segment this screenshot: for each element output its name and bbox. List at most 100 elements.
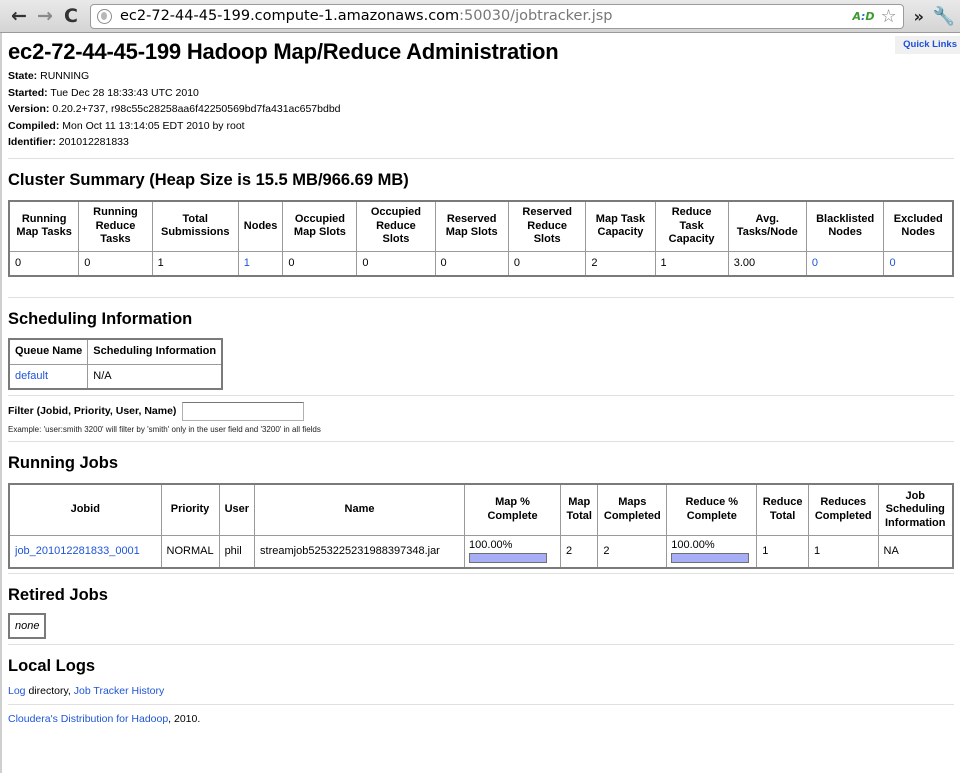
map-task-capacity: 2 bbox=[585, 251, 656, 276]
divider bbox=[8, 157, 954, 159]
divider bbox=[8, 572, 954, 574]
col-header: Map % Complete bbox=[464, 483, 562, 536]
forward-button[interactable]: → bbox=[32, 3, 58, 29]
footer: Cloudera's Distribution for Hadoop, 2010… bbox=[8, 712, 201, 725]
col-header: Reduce % Complete bbox=[666, 483, 758, 536]
blacklisted-nodes-link[interactable]: 0 bbox=[812, 257, 818, 269]
running-map-tasks: 0 bbox=[8, 251, 80, 276]
filter-input[interactable] bbox=[182, 401, 305, 421]
map-progress-bar bbox=[469, 553, 548, 563]
overflow-chevron-icon[interactable]: » bbox=[914, 7, 924, 26]
job-user: phil bbox=[218, 535, 256, 568]
log-directory-link[interactable]: Log bbox=[8, 685, 26, 697]
reduce-progress-bar bbox=[671, 553, 750, 563]
extension-icon[interactable]: A:D bbox=[852, 10, 874, 23]
table-row: job_201012281833_0001 NORMAL phil stream… bbox=[8, 535, 954, 568]
reduce-task-capacity: 1 bbox=[654, 251, 729, 276]
map-progress-fill bbox=[470, 554, 547, 562]
info-version: Version: 0.20.2+737, r98c55c28258aa6f422… bbox=[8, 103, 341, 115]
col-header: Occupied Reduce Slots bbox=[356, 200, 436, 252]
page-content: Quick Links ec2-72-44-45-199 Hadoop Map/… bbox=[0, 33, 960, 773]
col-header: Running Map Tasks bbox=[8, 200, 80, 252]
col-header: Jobid bbox=[8, 483, 162, 536]
reduce-percent-text: 100.00% bbox=[671, 539, 715, 551]
jobtracker-info: State: RUNNING Started: Tue Dec 28 18:33… bbox=[8, 68, 960, 151]
filter-row: Filter (Jobid, Priority, User, Name) bbox=[8, 401, 960, 421]
excluded-nodes-link[interactable]: 0 bbox=[889, 257, 895, 269]
scheduling-info-title: Scheduling Information bbox=[8, 309, 193, 328]
col-header: Reduce Task Capacity bbox=[654, 200, 729, 252]
wrench-menu-icon[interactable]: 🔧 bbox=[932, 6, 956, 27]
queue-link-default[interactable]: default bbox=[15, 370, 48, 382]
address-bar[interactable]: ec2-72-44-45-199.compute-1.amazonaws.com… bbox=[90, 3, 904, 29]
col-header: Excluded Nodes bbox=[883, 200, 954, 252]
reload-button[interactable]: C bbox=[58, 3, 84, 29]
forward-arrow-icon: → bbox=[37, 5, 53, 27]
map-percent-complete: 100.00% bbox=[464, 535, 562, 568]
job-id-link[interactable]: job_201012281833_0001 bbox=[15, 545, 140, 557]
cluster-summary-table: Running Map Tasks Running Reduce Tasks T… bbox=[8, 199, 954, 277]
reduce-progress-fill bbox=[672, 554, 749, 562]
nodes-link[interactable]: 1 bbox=[244, 257, 250, 269]
col-header: Reduces Completed bbox=[807, 483, 879, 536]
page-title: ec2-72-44-45-199 Hadoop Map/Reduce Admin… bbox=[8, 39, 559, 64]
running-reduce-tasks: 0 bbox=[78, 251, 153, 276]
col-header: Reserved Map Slots bbox=[434, 200, 509, 252]
quick-links-link[interactable]: Quick Links bbox=[895, 36, 960, 54]
col-header: Maps Completed bbox=[597, 483, 668, 536]
divider bbox=[8, 440, 954, 442]
col-header: Scheduling Information bbox=[87, 338, 223, 365]
bookmark-star-icon[interactable]: ☆ bbox=[881, 6, 897, 27]
divider bbox=[8, 643, 954, 645]
globe-icon bbox=[97, 8, 112, 24]
local-logs-links: Log directory, Job Tracker History bbox=[8, 684, 165, 697]
cluster-summary-title: Cluster Summary (Heap Size is 15.5 MB/96… bbox=[8, 170, 409, 189]
col-header: Blacklisted Nodes bbox=[805, 200, 885, 252]
col-header: Total Submissions bbox=[151, 200, 239, 252]
browser-toolbar: ← → C ec2-72-44-45-199.compute-1.amazona… bbox=[0, 0, 960, 33]
col-header: Occupied Map Slots bbox=[282, 200, 358, 252]
col-header: Avg. Tasks/Node bbox=[727, 200, 807, 252]
map-percent-text: 100.00% bbox=[469, 539, 513, 551]
table-row: default N/A bbox=[8, 364, 223, 389]
col-header: Nodes bbox=[237, 200, 284, 252]
job-scheduling-info: NA bbox=[877, 535, 954, 568]
divider bbox=[8, 394, 954, 396]
filter-example: Example: 'user:smith 3200' will filter b… bbox=[8, 424, 321, 434]
url-path: :50030/jobtracker.jsp bbox=[459, 8, 613, 24]
col-header: Reserved Reduce Slots bbox=[507, 200, 587, 252]
reduce-total: 1 bbox=[756, 535, 809, 568]
occupied-reduce-slots: 0 bbox=[356, 251, 436, 276]
occupied-map-slots: 0 bbox=[282, 251, 358, 276]
col-header: Map Total bbox=[560, 483, 599, 536]
col-header: User bbox=[218, 483, 256, 536]
divider bbox=[8, 296, 954, 298]
job-priority: NORMAL bbox=[160, 535, 220, 568]
maps-completed: 2 bbox=[597, 535, 668, 568]
reserved-map-slots: 0 bbox=[434, 251, 509, 276]
reduces-completed: 1 bbox=[807, 535, 879, 568]
col-header: Running Reduce Tasks bbox=[78, 200, 153, 252]
job-name: streamjob5253225231988397348.jar bbox=[254, 535, 466, 568]
retired-jobs-table: none bbox=[8, 612, 47, 639]
col-header: Name bbox=[254, 483, 466, 536]
col-header: Reduce Total bbox=[756, 483, 809, 536]
back-button[interactable]: ← bbox=[6, 3, 32, 29]
retired-jobs-title: Retired Jobs bbox=[8, 585, 108, 604]
retired-jobs-empty: none bbox=[8, 613, 46, 638]
col-header: Map Task Capacity bbox=[585, 200, 656, 252]
cloudera-link[interactable]: Cloudera's Distribution for Hadoop bbox=[8, 713, 168, 725]
col-header: Job Scheduling Information bbox=[877, 483, 954, 536]
divider bbox=[8, 703, 954, 705]
table-row: none bbox=[8, 613, 46, 638]
info-state: State: RUNNING bbox=[8, 70, 90, 82]
reload-icon: C bbox=[64, 5, 78, 27]
avg-tasks-per-node: 3.00 bbox=[727, 251, 807, 276]
total-submissions: 1 bbox=[151, 251, 239, 276]
table-row: 0 0 1 1 0 0 0 0 2 1 3.00 0 0 bbox=[8, 251, 954, 276]
job-tracker-history-link[interactable]: Job Tracker History bbox=[74, 685, 164, 697]
scheduling-table: Queue Name Scheduling Information defaul… bbox=[8, 337, 224, 390]
queue-scheduling-info: N/A bbox=[87, 364, 223, 389]
info-identifier: Identifier: 201012281833 bbox=[8, 136, 129, 148]
reduce-percent-complete: 100.00% bbox=[666, 535, 758, 568]
